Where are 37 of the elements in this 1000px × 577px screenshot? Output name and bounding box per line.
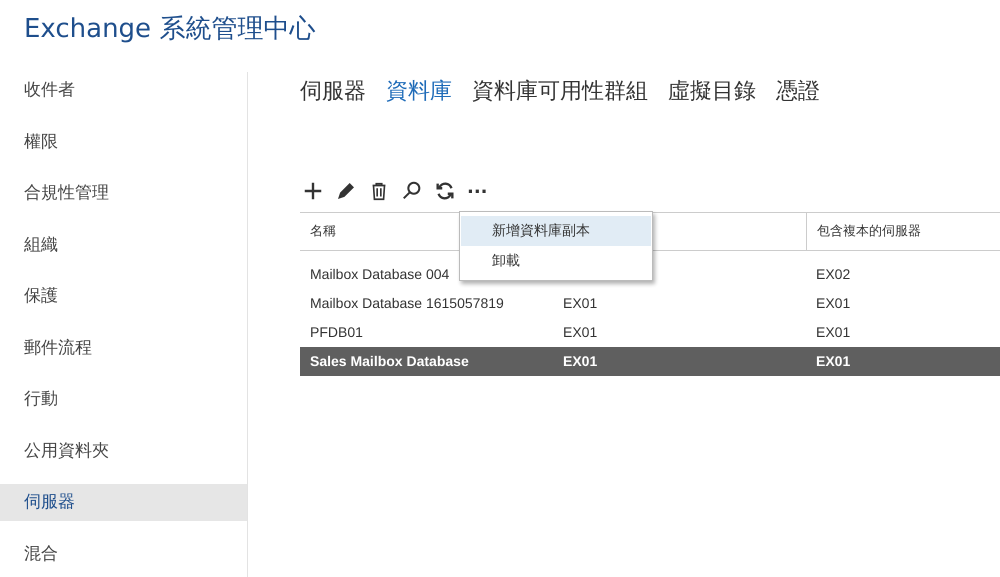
table-cell: Mailbox Database 1615057819: [310, 294, 504, 310]
sidebar-item[interactable]: 伺服器: [0, 484, 247, 521]
sidebar-item[interactable]: 行動: [0, 381, 247, 418]
search-icon[interactable]: [401, 180, 423, 202]
tab[interactable]: 資料庫: [386, 75, 452, 108]
table-cell: EX01: [816, 324, 850, 340]
refresh-icon[interactable]: [434, 180, 456, 202]
pencil-icon[interactable]: [335, 180, 357, 202]
table-cell: Sales Mailbox Database: [310, 352, 469, 368]
table-cell: EX02: [816, 266, 850, 282]
sidebar-item[interactable]: 合規性管理: [0, 175, 247, 212]
table-cell: EX01: [563, 352, 598, 368]
table-cell: EX01: [563, 294, 598, 310]
app-title: Exchange 系統管理中心: [24, 13, 316, 46]
sidebar-item[interactable]: 收件者: [0, 72, 247, 109]
tab[interactable]: 虛擬目錄: [668, 75, 756, 108]
column-header[interactable]: 名稱: [310, 222, 336, 242]
more-button[interactable]: ...: [467, 179, 488, 203]
sidebar-item[interactable]: 混合: [0, 536, 247, 572]
table-cell: EX01: [563, 324, 598, 340]
sidebar-item[interactable]: 權限: [0, 124, 247, 160]
add-icon[interactable]: [302, 180, 324, 202]
table-cell: EX01: [816, 294, 850, 310]
sidebar-item[interactable]: 公用資料夾: [0, 432, 247, 470]
tab[interactable]: 資料庫可用性群組: [472, 75, 648, 108]
sidebar-item[interactable]: 郵件流程: [0, 330, 247, 366]
tab[interactable]: 憑證: [776, 75, 820, 108]
sidebar-item[interactable]: 組織: [0, 226, 247, 264]
table-cell: Mailbox Database 004: [310, 266, 450, 282]
menu-item[interactable]: 新增資料庫副本: [461, 216, 651, 246]
tab[interactable]: 伺服器: [300, 75, 366, 108]
table-cell: PFDB01: [310, 324, 363, 340]
selected-table-row[interactable]: Sales Mailbox Database EX01 EX01: [300, 347, 1000, 376]
menu-item[interactable]: 卸載: [461, 246, 651, 276]
sidebar-item[interactable]: 保護: [0, 278, 247, 315]
table-cell: EX01: [816, 352, 850, 368]
column-header[interactable]: 包含複本的伺服器: [817, 222, 921, 242]
